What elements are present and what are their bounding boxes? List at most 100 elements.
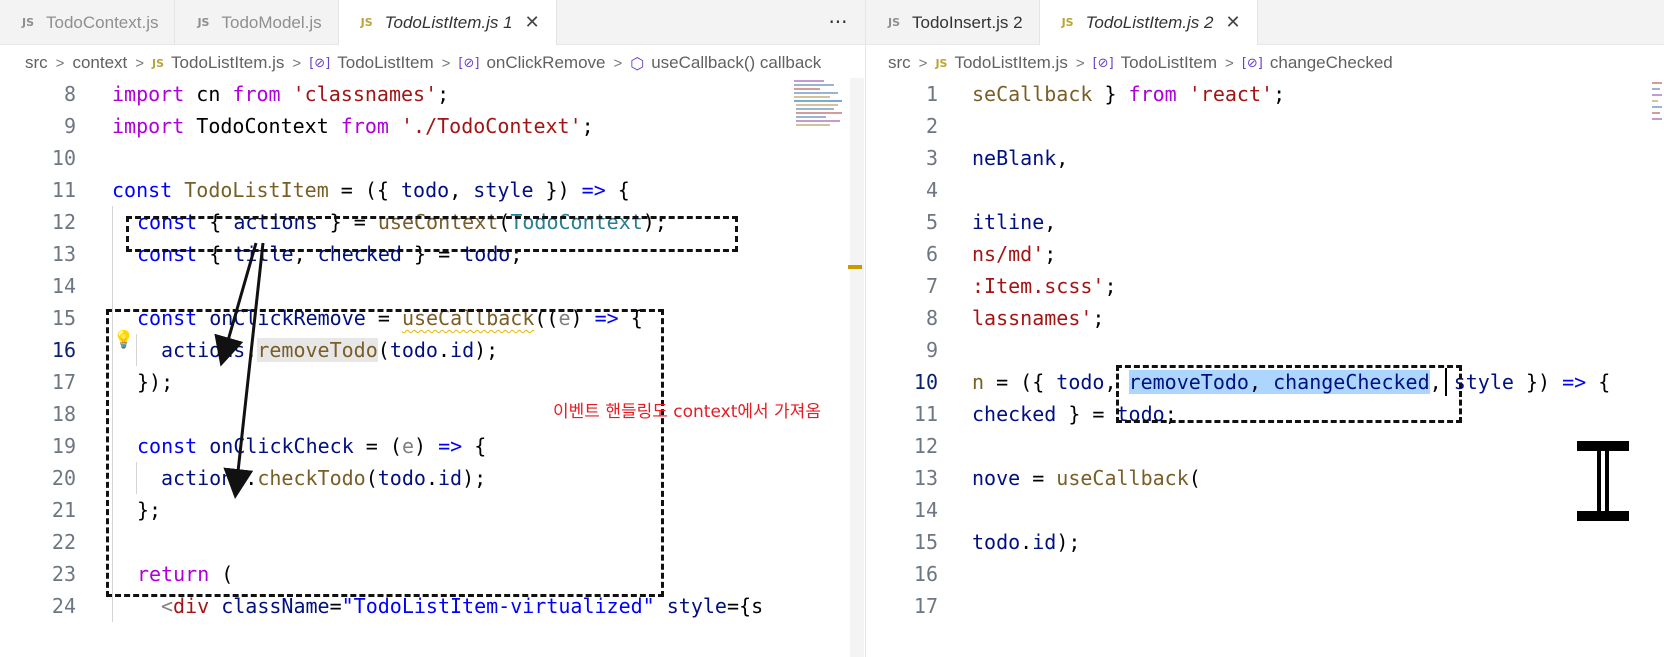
- line-number: 14: [913, 498, 938, 522]
- line-number: 13: [51, 242, 76, 266]
- line-number: 16: [913, 562, 938, 586]
- breadcrumb-item[interactable]: src: [25, 53, 48, 73]
- minimap[interactable]: [1652, 78, 1664, 148]
- tab-todomodel[interactable]: JS TodoModel.js: [175, 0, 339, 45]
- text-cursor-icon: [1577, 441, 1629, 521]
- line-number: 23: [51, 562, 76, 586]
- code-line: const TodoListItem = ({ todo, style }) =…: [112, 178, 630, 202]
- line-number: 21: [51, 498, 76, 522]
- line-number: 16: [51, 338, 76, 362]
- breadcrumb: src > JS TodoListItem.js > [⊘] TodoListIte…: [866, 45, 1664, 81]
- js-file-icon: JS: [360, 16, 373, 29]
- line-number: 6: [925, 242, 938, 266]
- code-line: ns/md';: [972, 242, 1057, 266]
- tab-label: TodoModel.js: [221, 12, 322, 32]
- line-number: 7: [925, 274, 938, 298]
- left-editor-group: JS TodoContext.js JS TodoModel.js JS Tod…: [0, 0, 866, 657]
- tab-todocontext[interactable]: JS TodoContext.js: [0, 0, 176, 45]
- close-icon[interactable]: ✕: [1225, 12, 1240, 33]
- line-number: 9: [63, 114, 76, 138]
- tab-label: TodoInsert.js 2: [912, 12, 1023, 32]
- code-line: import cn from 'classnames';: [112, 82, 450, 106]
- line-number: 15: [51, 306, 76, 330]
- js-file-icon: JS: [935, 56, 948, 70]
- line-number: 12: [913, 434, 938, 458]
- js-file-icon: JS: [197, 16, 210, 29]
- breadcrumb-item[interactable]: ⬡ useCallback() callback: [630, 53, 821, 73]
- code-line: lassnames';: [972, 306, 1105, 330]
- line-number: 14: [51, 274, 76, 298]
- code-line: neBlank,: [972, 146, 1069, 170]
- more-actions-icon[interactable]: ···: [810, 0, 866, 44]
- chevron-right-icon: >: [55, 54, 65, 72]
- breadcrumb-item[interactable]: [⊘] TodoListItem: [309, 53, 433, 73]
- line-number: 10: [51, 146, 76, 170]
- tab-label: TodoContext.js: [46, 12, 159, 32]
- variable-symbol-icon: [⊘]: [1092, 55, 1114, 71]
- line-number: 18: [51, 402, 76, 426]
- tab-label: TodoListItem.js 2: [1085, 12, 1214, 32]
- js-file-icon: JS: [888, 16, 901, 29]
- method-symbol-icon: ⬡: [630, 53, 645, 73]
- tab-todolistitem[interactable]: JS TodoListItem.js 1 ✕: [338, 0, 557, 45]
- js-file-icon: JS: [1061, 16, 1074, 29]
- chevron-right-icon: >: [918, 54, 928, 72]
- line-number: 24: [51, 594, 76, 618]
- line-number: 5: [925, 210, 938, 234]
- line-number: 3: [925, 146, 938, 170]
- highlight-box-usecontext: [126, 216, 738, 252]
- line-number: 4: [925, 178, 938, 202]
- annotation-note: 이벤트 핸들링도 context에서 가져옴: [553, 402, 821, 422]
- line-number: 8: [925, 306, 938, 330]
- line-number: 19: [51, 434, 76, 458]
- code-line: todo.id);: [972, 530, 1081, 554]
- js-file-icon: JS: [152, 56, 165, 70]
- line-number: 11: [51, 178, 76, 202]
- line-number: 12: [51, 210, 76, 234]
- line-number: 13: [913, 466, 938, 490]
- line-number: 1: [925, 82, 938, 106]
- chevron-right-icon: >: [1075, 54, 1085, 72]
- highlight-box-handlers: [106, 309, 664, 597]
- overview-ruler-marker: [848, 265, 862, 269]
- breadcrumb-item[interactable]: src: [888, 53, 911, 73]
- line-number: 22: [51, 530, 76, 554]
- right-tab-bar: JS TodoInsert.js 2 JS TodoListItem.js 2 …: [866, 0, 1664, 45]
- line-number: 17: [913, 594, 938, 618]
- line-number: 11: [913, 402, 938, 426]
- code-line: import TodoContext from './TodoContext';: [112, 114, 594, 138]
- breadcrumb-item[interactable]: [⊘] onClickRemove: [458, 53, 605, 73]
- breadcrumb-item[interactable]: context: [72, 53, 127, 73]
- breadcrumb-item[interactable]: [⊘] TodoListItem: [1093, 53, 1217, 73]
- chevron-right-icon: >: [1225, 54, 1234, 72]
- line-number: 15: [913, 530, 938, 554]
- breadcrumb: src > context > JS TodoListItem.js > [⊘] T…: [0, 45, 866, 81]
- chevron-right-icon: >: [135, 54, 145, 72]
- right-editor-group: JS TodoInsert.js 2 JS TodoListItem.js 2 …: [866, 0, 1664, 657]
- code-line: :Item.scss';: [972, 274, 1117, 298]
- tab-label: TodoListItem.js 1: [384, 12, 513, 32]
- tab-todoinsert[interactable]: JS TodoInsert.js 2: [866, 0, 1040, 45]
- line-number: 10: [913, 370, 938, 394]
- variable-symbol-icon: [⊘]: [458, 55, 480, 71]
- left-tab-bar: JS TodoContext.js JS TodoModel.js JS Tod…: [0, 0, 866, 45]
- js-file-icon: JS: [22, 16, 35, 29]
- line-number: 9: [925, 338, 938, 362]
- chevron-right-icon: >: [613, 54, 623, 72]
- line-number: 17: [51, 370, 76, 394]
- scrollbar[interactable]: [850, 78, 864, 657]
- code-line: itline,: [972, 210, 1057, 234]
- close-icon[interactable]: ✕: [525, 12, 540, 33]
- breadcrumb-item[interactable]: JS TodoListItem.js: [152, 53, 284, 73]
- tab-todolistitem[interactable]: JS TodoListItem.js 2 ✕: [1039, 0, 1258, 45]
- code-line: nove = useCallback(: [972, 466, 1201, 490]
- highlight-box-props: [1116, 365, 1462, 423]
- breadcrumb-item[interactable]: [⊘] changeChecked: [1242, 53, 1393, 73]
- minimap[interactable]: [792, 78, 848, 148]
- chevron-right-icon: >: [441, 54, 451, 72]
- chevron-right-icon: >: [292, 54, 302, 72]
- code-line: seCallback } from 'react';: [972, 82, 1286, 106]
- line-number: 2: [925, 114, 938, 138]
- line-number: 8: [63, 82, 76, 106]
- breadcrumb-item[interactable]: JS TodoListItem.js: [935, 53, 1067, 73]
